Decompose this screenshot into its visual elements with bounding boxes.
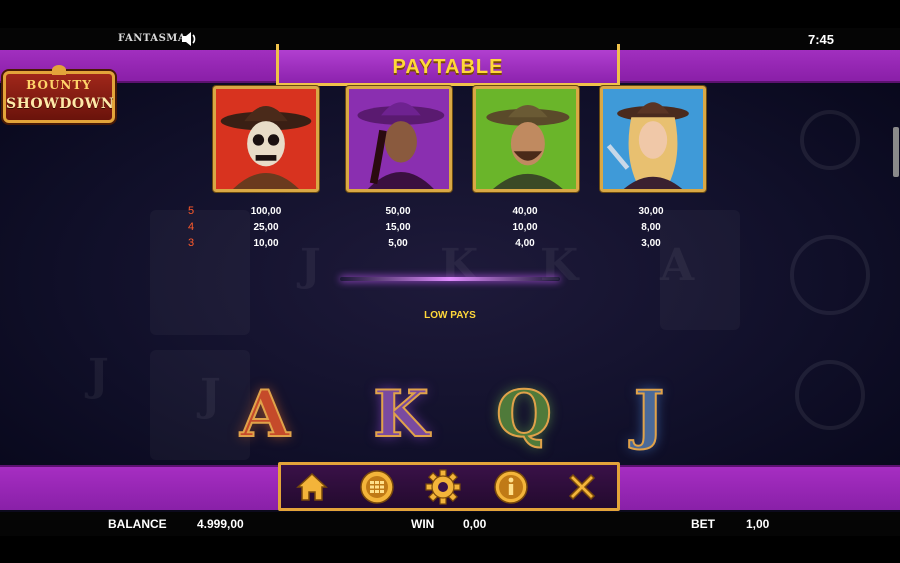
pay-count-4: 4 <box>188 221 195 233</box>
close-button[interactable] <box>562 467 602 507</box>
brand-logo: FANTASMA <box>118 33 187 44</box>
logo-line1: BOUNTY <box>26 78 92 92</box>
win-label: WIN <box>411 517 435 531</box>
payout-blonde-3: 3,00 <box>641 238 661 249</box>
section-divider <box>340 277 560 281</box>
symbol-letter-j: J <box>633 376 665 453</box>
payout-blonde-5: 30,00 <box>638 206 664 217</box>
menu-grid-button[interactable] <box>357 467 397 507</box>
gear-icon <box>425 469 461 505</box>
info-icon <box>494 470 528 504</box>
sound-icon[interactable] <box>180 31 200 47</box>
symbol-outlaw-woman <box>346 86 452 192</box>
payout-blonde-4: 8,00 <box>641 222 661 233</box>
pay-count-3: 3 <box>188 237 195 249</box>
clock: 7:45 <box>807 32 834 47</box>
settings-button[interactable] <box>423 467 463 507</box>
payout-bearded-4: 10,00 <box>512 222 538 233</box>
top-letterbox <box>0 0 900 28</box>
payout-bearded-5: 40,00 <box>512 206 538 217</box>
symbol-bearded-cowboy <box>473 86 579 192</box>
bottom-letterbox <box>0 536 900 563</box>
symbol-skeleton-cowboy <box>213 86 319 192</box>
symbol-letter-a: A <box>239 376 291 453</box>
payout-skeleton-3: 10,00 <box>253 238 279 249</box>
balance-label: BALANCE <box>108 517 167 531</box>
status-bar: BALANCE 4.999,00 WIN 0,00 BET 1,00 <box>0 512 900 536</box>
payout-outlaw-3: 5,00 <box>388 238 408 249</box>
payout-skeleton-5: 100,00 <box>250 206 282 217</box>
game-logo: BOUNTY SHOWDOWN <box>3 65 115 123</box>
title-plate: PAYTABLE <box>276 44 620 86</box>
page-title: PAYTABLE <box>392 56 504 78</box>
top-bar: FANTASMA 7:45 <box>0 28 900 50</box>
low-pays-title: LOW PAYS <box>424 310 476 321</box>
payout-outlaw-4: 15,00 <box>385 222 411 233</box>
bet-label: BET <box>691 517 715 531</box>
grid-menu-icon <box>360 470 394 504</box>
payout-outlaw-5: 50,00 <box>385 206 411 217</box>
pay-count-5: 5 <box>188 205 195 217</box>
home-icon <box>296 472 328 501</box>
payout-bearded-3: 4,00 <box>515 238 535 249</box>
symbol-letter-q: Q <box>495 376 553 453</box>
close-icon <box>568 473 596 501</box>
payout-skeleton-4: 25,00 <box>253 222 279 233</box>
logo-crest <box>52 65 66 75</box>
info-button[interactable] <box>491 467 531 507</box>
symbol-blonde-cowgirl <box>600 86 706 192</box>
symbol-letter-k: K <box>372 376 430 453</box>
balance-value: 4.999,00 <box>197 517 244 531</box>
home-button[interactable] <box>292 467 332 507</box>
game-screen: J J K K A J FANTASMA 7:45 PAYTABLE BOUNT… <box>0 0 900 563</box>
logo-line2: SHOWDOWN <box>6 96 115 112</box>
win-value: 0,00 <box>463 517 487 531</box>
bet-value: 1,00 <box>746 517 770 531</box>
scrollbar-thumb[interactable] <box>893 127 899 177</box>
